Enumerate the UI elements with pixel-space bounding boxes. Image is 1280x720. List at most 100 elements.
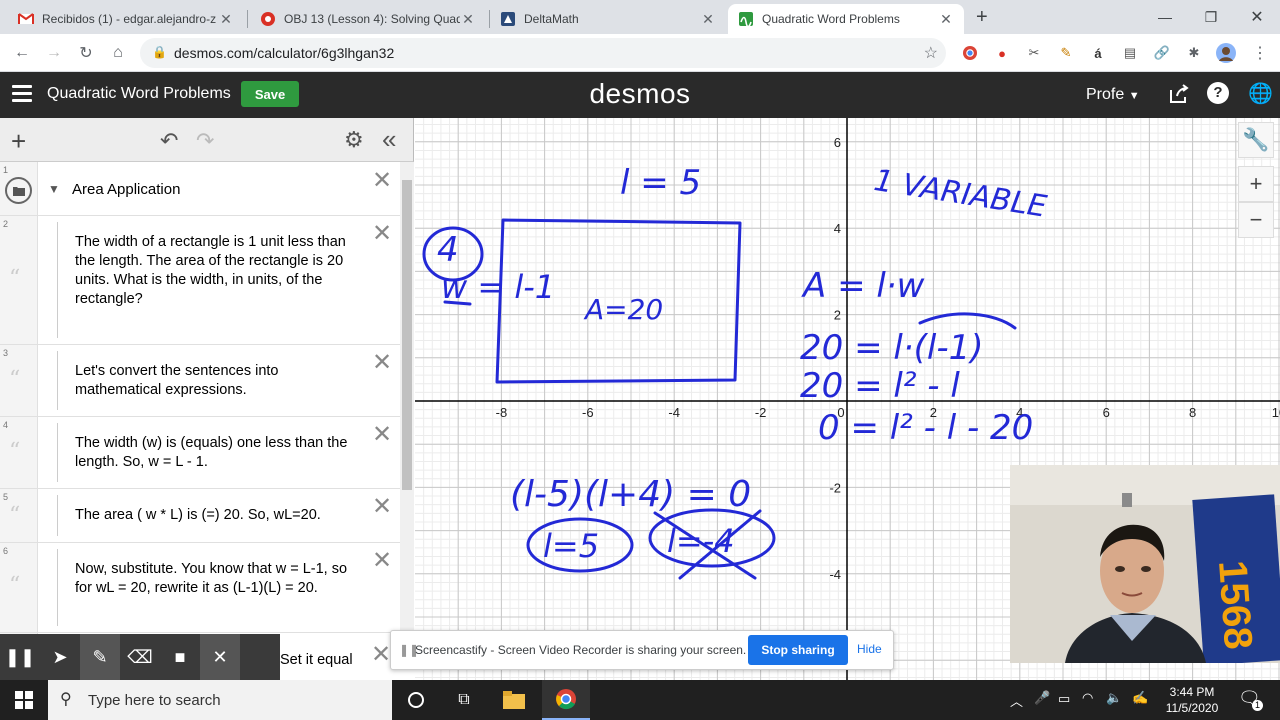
file-explorer-icon[interactable]: [490, 680, 538, 720]
close-tab-icon[interactable]: ✕: [218, 11, 234, 28]
close-tab-icon[interactable]: ✕: [460, 11, 476, 28]
note-text[interactable]: The area ( w * L) is (=) 20. So, wL=20.: [75, 506, 357, 525]
url-text: desmos.com/calculator/6g3lhgan32: [174, 45, 395, 61]
wifi-icon[interactable]: ◠: [1082, 690, 1093, 706]
equation-step-1: 20 = l·(l-1): [800, 328, 984, 368]
hamburger-menu-icon[interactable]: [12, 85, 32, 103]
camera-icon[interactable]: ■: [160, 634, 200, 680]
extension-record-icon[interactable]: ●: [992, 43, 1012, 63]
pen-icon[interactable]: ✎: [80, 634, 120, 680]
circled-answer: 4: [437, 230, 459, 270]
note-item[interactable]: 3 “ Let's convert the sentences into math…: [0, 345, 400, 417]
cortana-icon[interactable]: [392, 680, 440, 720]
note-text[interactable]: The width of a rectangle is 1 unit less …: [75, 233, 357, 309]
windows-start-icon[interactable]: [0, 680, 48, 720]
task-view-icon[interactable]: ⧉: [440, 680, 488, 720]
note-text[interactable]: Now, substitute. You know that w = L-1, …: [75, 560, 357, 598]
folder-icon[interactable]: [5, 177, 32, 204]
minimize-icon[interactable]: —: [1142, 0, 1188, 34]
address-bar[interactable]: 🔒 desmos.com/calculator/6g3lhgan32 ☆: [140, 38, 946, 68]
close-window-icon[interactable]: ✕: [1234, 0, 1280, 34]
delete-expression-icon[interactable]: ✕: [371, 222, 393, 246]
webcam-overlay: 1568: [1010, 465, 1280, 663]
extensions-puzzle-icon[interactable]: ✱: [1184, 43, 1204, 63]
new-tab-button[interactable]: +: [976, 6, 988, 29]
note-item[interactable]: 6 “ Now, substitute. You know that w = L-…: [0, 543, 400, 633]
note-item[interactable]: 2 “ The width of a rectangle is 1 unit le…: [0, 216, 400, 345]
share-icon[interactable]: [1168, 83, 1190, 110]
back-icon[interactable]: ←: [9, 40, 35, 66]
pause-icon[interactable]: ❚❚: [0, 634, 40, 680]
tab-desmos[interactable]: Quadratic Word Problems ✕: [728, 4, 964, 34]
graph-settings-wrench-icon[interactable]: 🔧: [1238, 122, 1274, 158]
tab-title: DeltaMath: [524, 12, 579, 26]
extension-doc-icon[interactable]: ▤: [1120, 43, 1140, 63]
undo-icon[interactable]: ↶: [160, 128, 178, 154]
stop-sharing-button[interactable]: Stop sharing: [748, 635, 848, 665]
expression-number: 5: [3, 492, 9, 502]
hide-button[interactable]: Hide: [857, 642, 882, 656]
close-tab-icon[interactable]: ✕: [700, 11, 716, 28]
browser-menu-icon[interactable]: ⋮: [1250, 43, 1270, 63]
help-icon[interactable]: ?: [1207, 82, 1229, 104]
delete-expression-icon[interactable]: ✕: [371, 351, 393, 375]
expression-folder[interactable]: 1 ▼ Area Application ✕: [0, 162, 400, 216]
graph-title[interactable]: Quadratic Word Problems: [47, 85, 231, 103]
quote-icon: “: [9, 503, 21, 528]
bookmark-star-icon[interactable]: ☆: [924, 43, 938, 63]
area-formula: A = l·w: [803, 266, 925, 306]
eraser-icon[interactable]: ⌫: [120, 634, 160, 680]
delete-expression-icon[interactable]: ✕: [371, 495, 393, 519]
extension-pencil-icon[interactable]: ✎: [1056, 43, 1076, 63]
lock-icon: 🔒: [152, 45, 167, 59]
extension-link-icon[interactable]: 🔗: [1152, 43, 1172, 63]
delete-expression-icon[interactable]: ✕: [371, 549, 393, 573]
zoom-in-icon[interactable]: +: [1238, 166, 1274, 202]
globe-icon[interactable]: 🌐: [1248, 81, 1273, 106]
system-clock[interactable]: 3:44 PM 11/5/2020: [1160, 684, 1224, 716]
user-menu[interactable]: Profe ▼: [1086, 86, 1140, 104]
settings-gear-icon[interactable]: ⚙: [344, 127, 364, 153]
delete-expression-icon[interactable]: ✕: [371, 169, 393, 193]
cursor-icon[interactable]: ➤: [40, 634, 80, 680]
gmail-icon: [18, 13, 34, 24]
avatar[interactable]: [1216, 43, 1236, 63]
scrollbar-thumb[interactable]: [402, 180, 412, 490]
redo-icon[interactable]: ↷: [196, 128, 214, 154]
close-tab-icon[interactable]: ✕: [938, 11, 954, 28]
note-text-partial[interactable]: Set it equal: [280, 652, 353, 668]
reload-icon[interactable]: ↻: [73, 40, 99, 66]
volume-icon[interactable]: 🔈: [1106, 690, 1122, 706]
tab-lesson[interactable]: OBJ 13 (Lesson 4): Solving Quadr ✕: [250, 4, 486, 34]
language-icon[interactable]: ✍: [1132, 690, 1148, 706]
extension-accent-icon[interactable]: á: [1088, 43, 1108, 63]
forward-icon[interactable]: →: [41, 40, 67, 66]
collapse-list-icon[interactable]: «: [382, 124, 396, 155]
delete-expression-icon[interactable]: ✕: [371, 640, 391, 669]
battery-icon[interactable]: ▭: [1058, 691, 1070, 707]
home-icon[interactable]: ⌂: [105, 40, 131, 66]
note-item[interactable]: 5 “ The area ( w * L) is (=) 20. So, wL=2…: [0, 489, 400, 543]
close-toolbar-icon[interactable]: ✕: [200, 634, 240, 680]
tab-gmail[interactable]: Recibidos (1) - edgar.alejandro-z ✕: [8, 4, 244, 34]
save-button[interactable]: Save: [241, 81, 299, 107]
note-item[interactable]: 4 “ The width (w) is (equals) one less th…: [0, 417, 400, 489]
taskbar-search-input[interactable]: ⚲ Type here to search: [48, 680, 392, 720]
chrome-taskbar-icon[interactable]: [542, 680, 590, 720]
folder-toggle-icon[interactable]: ▼: [48, 182, 60, 196]
clock-date: 11/5/2020: [1165, 701, 1219, 715]
microphone-icon[interactable]: 🎤: [1034, 690, 1050, 706]
zoom-out-icon[interactable]: −: [1238, 202, 1274, 238]
note-text[interactable]: The width (w) is (equals) one less than …: [75, 434, 357, 472]
folder-title[interactable]: Area Application: [72, 181, 180, 198]
show-hidden-icons-chevron-icon[interactable]: ︿: [1010, 691, 1023, 710]
extension-scissors-icon[interactable]: ✂: [1024, 43, 1044, 63]
add-item-icon[interactable]: +: [11, 126, 26, 157]
note-text[interactable]: Let's convert the sentences into mathema…: [75, 362, 357, 400]
screen-sharing-banner: ❚❚ Screencastify - Screen Video Recorder…: [390, 630, 894, 670]
delete-expression-icon[interactable]: ✕: [371, 423, 393, 447]
restore-icon[interactable]: ❐: [1188, 0, 1234, 34]
extension-chrome-icon[interactable]: [960, 43, 980, 63]
expression-number: 4: [3, 420, 9, 430]
tab-deltamath[interactable]: DeltaMath ✕: [490, 4, 726, 34]
